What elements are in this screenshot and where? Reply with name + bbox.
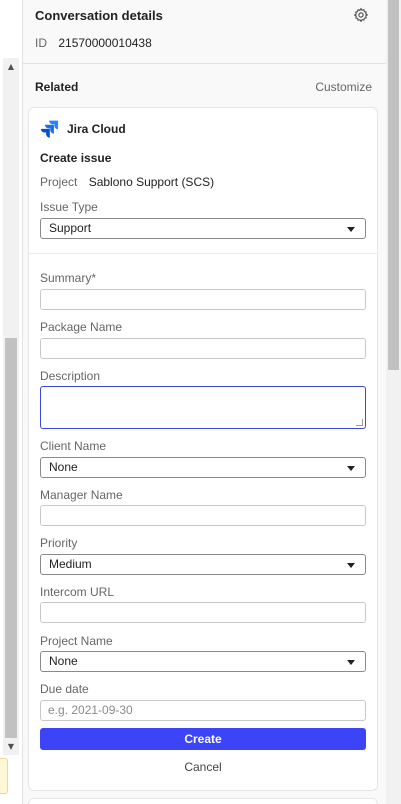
id-value: 21570000010438 xyxy=(58,36,152,50)
description-label: Description xyxy=(40,369,101,383)
project-value: Sablono Support (SCS) xyxy=(88,175,215,189)
left-pane-note-edge xyxy=(0,758,8,794)
manager-name-label: Manager Name xyxy=(40,488,123,502)
chevron-down-icon xyxy=(347,660,355,665)
priority-label: Priority xyxy=(40,536,78,550)
right-scrollbar-thumb[interactable] xyxy=(388,0,399,370)
intercom-url-label: Intercom URL xyxy=(40,585,115,599)
id-label: ID xyxy=(35,36,47,50)
next-card xyxy=(28,798,378,804)
project-row: Project Sablono Support (SCS) xyxy=(40,175,214,189)
project-name-select[interactable]: None xyxy=(40,651,366,672)
client-name-select[interactable]: None xyxy=(40,457,366,478)
jira-app-header: Jira Cloud xyxy=(40,119,126,138)
project-name-label: Project Name xyxy=(40,634,113,648)
priority-select[interactable]: Medium xyxy=(40,554,366,575)
cancel-button[interactable]: Cancel xyxy=(40,760,366,776)
issue-type-select[interactable]: Support xyxy=(40,218,366,239)
scroll-up-arrow-icon[interactable]: ▲ xyxy=(4,61,18,73)
chevron-down-icon xyxy=(347,466,355,471)
form-title: Create issue xyxy=(40,151,112,165)
left-scrollbar-thumb[interactable] xyxy=(5,338,17,738)
due-date-label: Due date xyxy=(40,682,89,696)
issue-type-label: Issue Type xyxy=(40,200,98,214)
project-label: Project xyxy=(40,175,78,189)
chevron-down-icon xyxy=(347,227,355,232)
description-textarea[interactable] xyxy=(40,386,366,429)
resize-grip-icon[interactable] xyxy=(356,419,363,426)
chevron-down-icon xyxy=(347,563,355,568)
gear-icon[interactable] xyxy=(353,7,369,23)
panel-title: Conversation details xyxy=(35,8,163,23)
project-name-value: None xyxy=(49,654,78,668)
jira-app-name: Jira Cloud xyxy=(67,121,126,136)
customize-link[interactable]: Customize xyxy=(315,80,372,94)
due-date-input[interactable]: e.g. 2021-09-30 xyxy=(40,700,366,721)
client-name-label: Client Name xyxy=(40,439,107,453)
package-name-input[interactable] xyxy=(40,338,366,359)
priority-value: Medium xyxy=(49,557,92,571)
create-button[interactable]: Create xyxy=(40,728,366,750)
intercom-url-input[interactable] xyxy=(40,602,366,623)
jira-logo-icon xyxy=(40,120,59,138)
summary-input[interactable] xyxy=(40,289,366,310)
divider xyxy=(23,63,386,64)
package-name-label: Package Name xyxy=(40,320,123,334)
conversation-id-row: ID 21570000010438 xyxy=(35,36,152,50)
issue-type-value: Support xyxy=(49,221,92,235)
scroll-down-arrow-icon[interactable]: ▼ xyxy=(4,741,18,753)
client-name-value: None xyxy=(49,460,78,474)
manager-name-input[interactable] xyxy=(40,505,366,526)
summary-label: Summary* xyxy=(40,271,97,285)
divider xyxy=(29,253,377,254)
related-section-title: Related xyxy=(35,80,79,94)
